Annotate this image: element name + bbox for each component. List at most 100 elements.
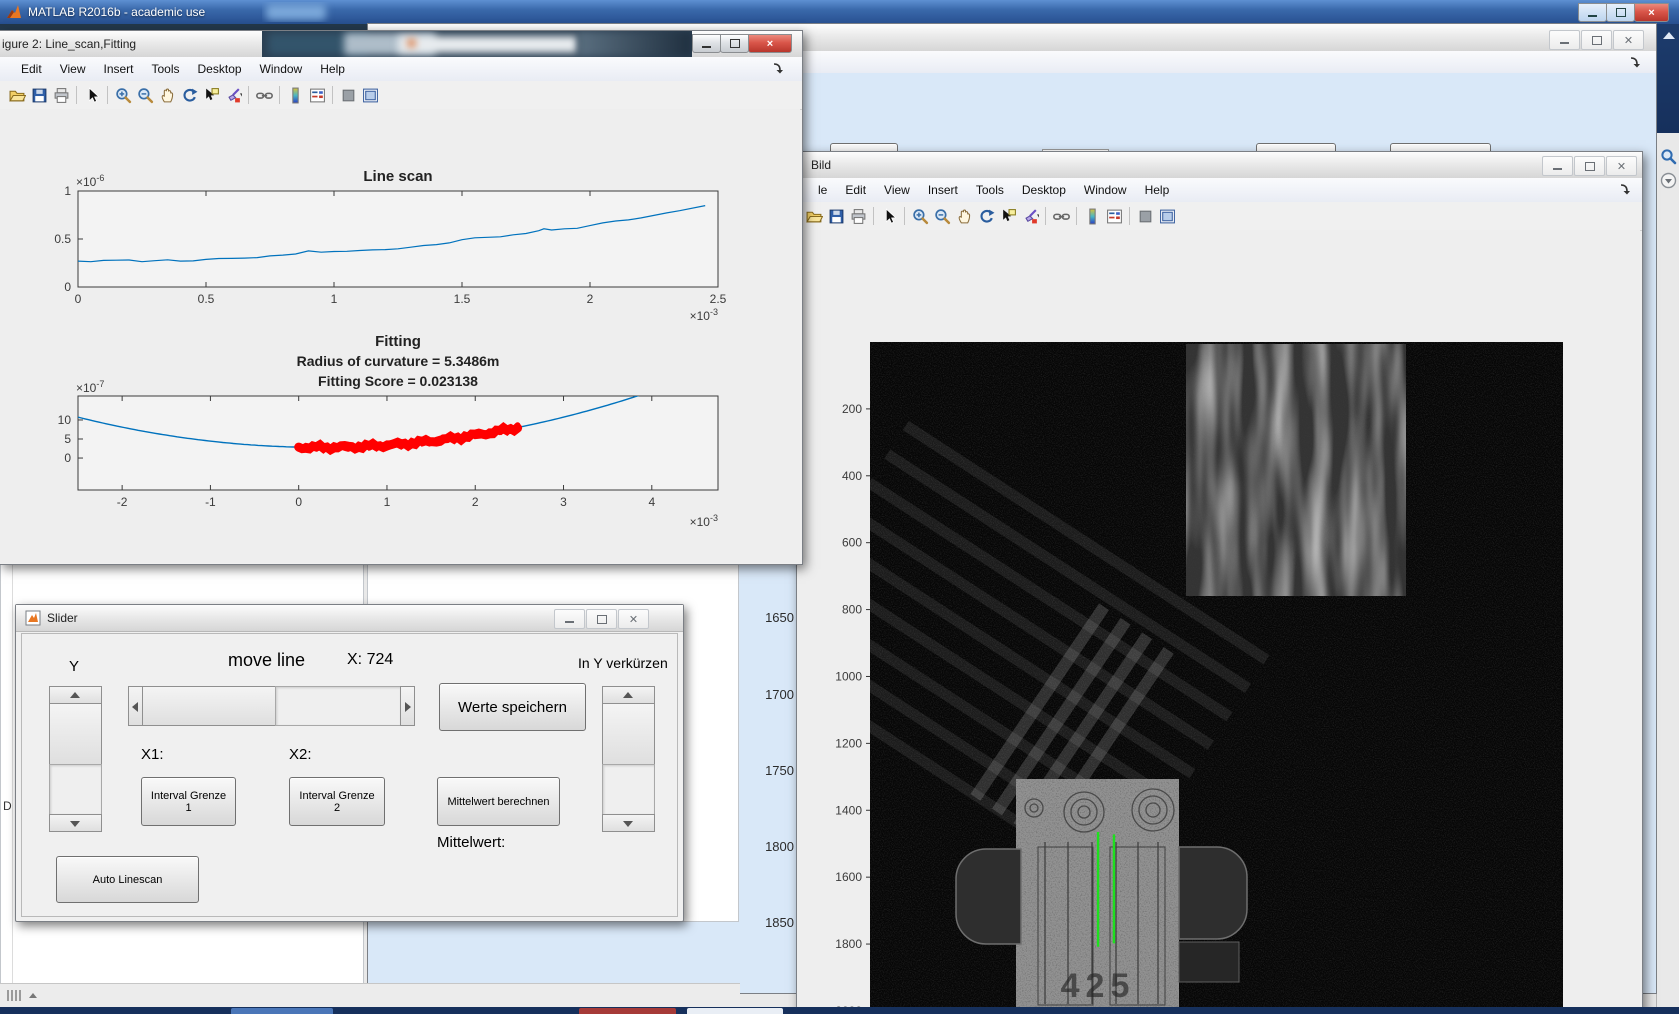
calc-mean-button[interactable]: Mittelwert berechnen xyxy=(437,777,560,826)
move-line-slider[interactable] xyxy=(128,686,414,726)
datacursor-icon[interactable] xyxy=(997,206,1019,226)
collapse-up-icon[interactable] xyxy=(1663,32,1675,39)
slider-minimize-button[interactable] xyxy=(554,609,585,629)
save-icon[interactable] xyxy=(825,206,847,226)
dock-arrow-icon[interactable] xyxy=(1629,56,1641,68)
matlab-titlebar: MATLAB R2016b - academic use × xyxy=(0,0,1679,25)
brush-icon[interactable] xyxy=(222,85,244,105)
svg-text:-1: -1 xyxy=(205,495,216,509)
grip-icon[interactable] xyxy=(7,990,47,1002)
y-slider-left[interactable] xyxy=(49,686,102,831)
pan-icon[interactable] xyxy=(953,206,975,226)
dock-window-icon[interactable] xyxy=(1156,206,1178,226)
slider-maximize-button[interactable] xyxy=(586,609,617,629)
toolbar-separator xyxy=(332,86,333,104)
collapsed-panel-tab[interactable]: D xyxy=(3,799,12,813)
cursor-icon[interactable] xyxy=(81,85,103,105)
bild-minimize-button[interactable] xyxy=(1542,156,1573,176)
main-maximize-button[interactable] xyxy=(1606,3,1635,22)
link-icon[interactable] xyxy=(1050,206,1072,226)
figure2-maximize-button[interactable] xyxy=(720,34,749,53)
figure2-close-button[interactable]: × xyxy=(748,34,792,53)
menu-item-desktop[interactable]: Desktop xyxy=(189,59,251,79)
main-close-button[interactable]: × xyxy=(1634,3,1669,22)
menu-item-view[interactable]: View xyxy=(875,180,919,200)
y-slider-right-thumb[interactable] xyxy=(602,703,655,765)
dock-arrow-icon[interactable] xyxy=(772,62,784,74)
rotate-icon[interactable] xyxy=(178,85,200,105)
zoom-out-icon[interactable] xyxy=(931,206,953,226)
move-line-slider-thumb[interactable] xyxy=(142,686,276,726)
menu-item-insert[interactable]: Insert xyxy=(94,59,142,79)
menu-item-desktop[interactable]: Desktop xyxy=(1013,180,1075,200)
slider-close-button[interactable]: ✕ xyxy=(618,609,649,629)
bild-image-plot[interactable]: 4252004006008001000120014001600180020002… xyxy=(797,230,1640,1014)
cursor-icon[interactable] xyxy=(878,206,900,226)
taskbar-item[interactable] xyxy=(687,1008,783,1014)
search-icon[interactable] xyxy=(1660,148,1677,165)
gui-maximize-button[interactable] xyxy=(1581,30,1612,50)
figure2-minimize-button[interactable] xyxy=(692,34,721,53)
zoom-out-icon[interactable] xyxy=(134,85,156,105)
colorbar-icon[interactable] xyxy=(1081,206,1103,226)
print-icon[interactable] xyxy=(847,206,869,226)
os-taskbar[interactable] xyxy=(0,1007,1679,1014)
save-icon[interactable] xyxy=(28,85,50,105)
pan-icon[interactable] xyxy=(156,85,178,105)
bild-maximize-button[interactable] xyxy=(1574,156,1605,176)
print-icon[interactable] xyxy=(50,85,72,105)
menu-item-help[interactable]: Help xyxy=(311,59,354,79)
slider-window-title: Slider xyxy=(47,611,78,625)
bild-close-button[interactable]: ✕ xyxy=(1606,156,1637,176)
svg-text:Radius of curvature = 5.3486m: Radius of curvature = 5.3486m xyxy=(297,353,500,369)
y-slider-left-thumb[interactable] xyxy=(49,703,102,765)
taskbar-item[interactable] xyxy=(579,1008,676,1014)
menu-item-help[interactable]: Help xyxy=(1136,180,1179,200)
figure2-window: igure 2: Line_scan,Fitting × EditViewIns… xyxy=(0,30,803,565)
svg-text:1: 1 xyxy=(331,292,338,306)
dock-gray-icon[interactable] xyxy=(1134,206,1156,226)
x-readout: X: 724 xyxy=(347,651,393,669)
rotate-icon[interactable] xyxy=(975,206,997,226)
open-icon[interactable] xyxy=(803,206,825,226)
brush-icon[interactable] xyxy=(1019,206,1041,226)
hidden-plot-ytick: 1800 xyxy=(744,839,794,854)
interval-limit1-button[interactable]: Interval Grenze 1 xyxy=(141,777,236,826)
datacursor-icon[interactable] xyxy=(200,85,222,105)
dock-window-icon[interactable] xyxy=(359,85,381,105)
open-icon[interactable] xyxy=(6,85,28,105)
hidden-plot-ytick: 1750 xyxy=(744,763,794,778)
colorbar-icon[interactable] xyxy=(284,85,306,105)
zoom-in-icon[interactable] xyxy=(909,206,931,226)
menu-item-insert[interactable]: Insert xyxy=(919,180,967,200)
zoom-in-icon[interactable] xyxy=(112,85,134,105)
interval-limit2-button[interactable]: Interval Grenze 2 xyxy=(289,777,385,826)
menu-item-window[interactable]: Window xyxy=(251,59,312,79)
legend-icon[interactable] xyxy=(1103,206,1125,226)
expand-down-icon[interactable] xyxy=(1660,172,1677,189)
legend-icon[interactable] xyxy=(306,85,328,105)
svg-text:0: 0 xyxy=(75,292,82,306)
dock-arrow-icon[interactable] xyxy=(1619,183,1631,195)
taskbar-item[interactable] xyxy=(231,1008,333,1014)
svg-text:1400: 1400 xyxy=(835,803,862,817)
menu-item-edit[interactable]: Edit xyxy=(12,59,51,79)
save-values-button[interactable]: Werte speichern xyxy=(439,683,586,731)
menu-item-window[interactable]: Window xyxy=(1075,180,1136,200)
toolbar-separator xyxy=(1045,207,1046,225)
auto-linescan-button[interactable]: Auto Linescan xyxy=(56,856,199,903)
menu-item-tools[interactable]: Tools xyxy=(967,180,1013,200)
menu-item-view[interactable]: View xyxy=(51,59,95,79)
main-minimize-button[interactable] xyxy=(1578,3,1607,22)
link-icon[interactable] xyxy=(253,85,275,105)
menu-item-tools[interactable]: Tools xyxy=(143,59,189,79)
dock-gray-icon[interactable] xyxy=(337,85,359,105)
blurred-title-content xyxy=(266,4,326,20)
menu-item-le[interactable]: le xyxy=(809,180,836,200)
menu-item-edit[interactable]: Edit xyxy=(836,180,875,200)
toolbar-separator xyxy=(107,86,108,104)
y-slider-right[interactable] xyxy=(602,686,655,831)
gui-close-button[interactable]: ✕ xyxy=(1613,30,1644,50)
gui-minimize-button[interactable] xyxy=(1549,30,1580,50)
svg-text:3: 3 xyxy=(560,495,567,509)
